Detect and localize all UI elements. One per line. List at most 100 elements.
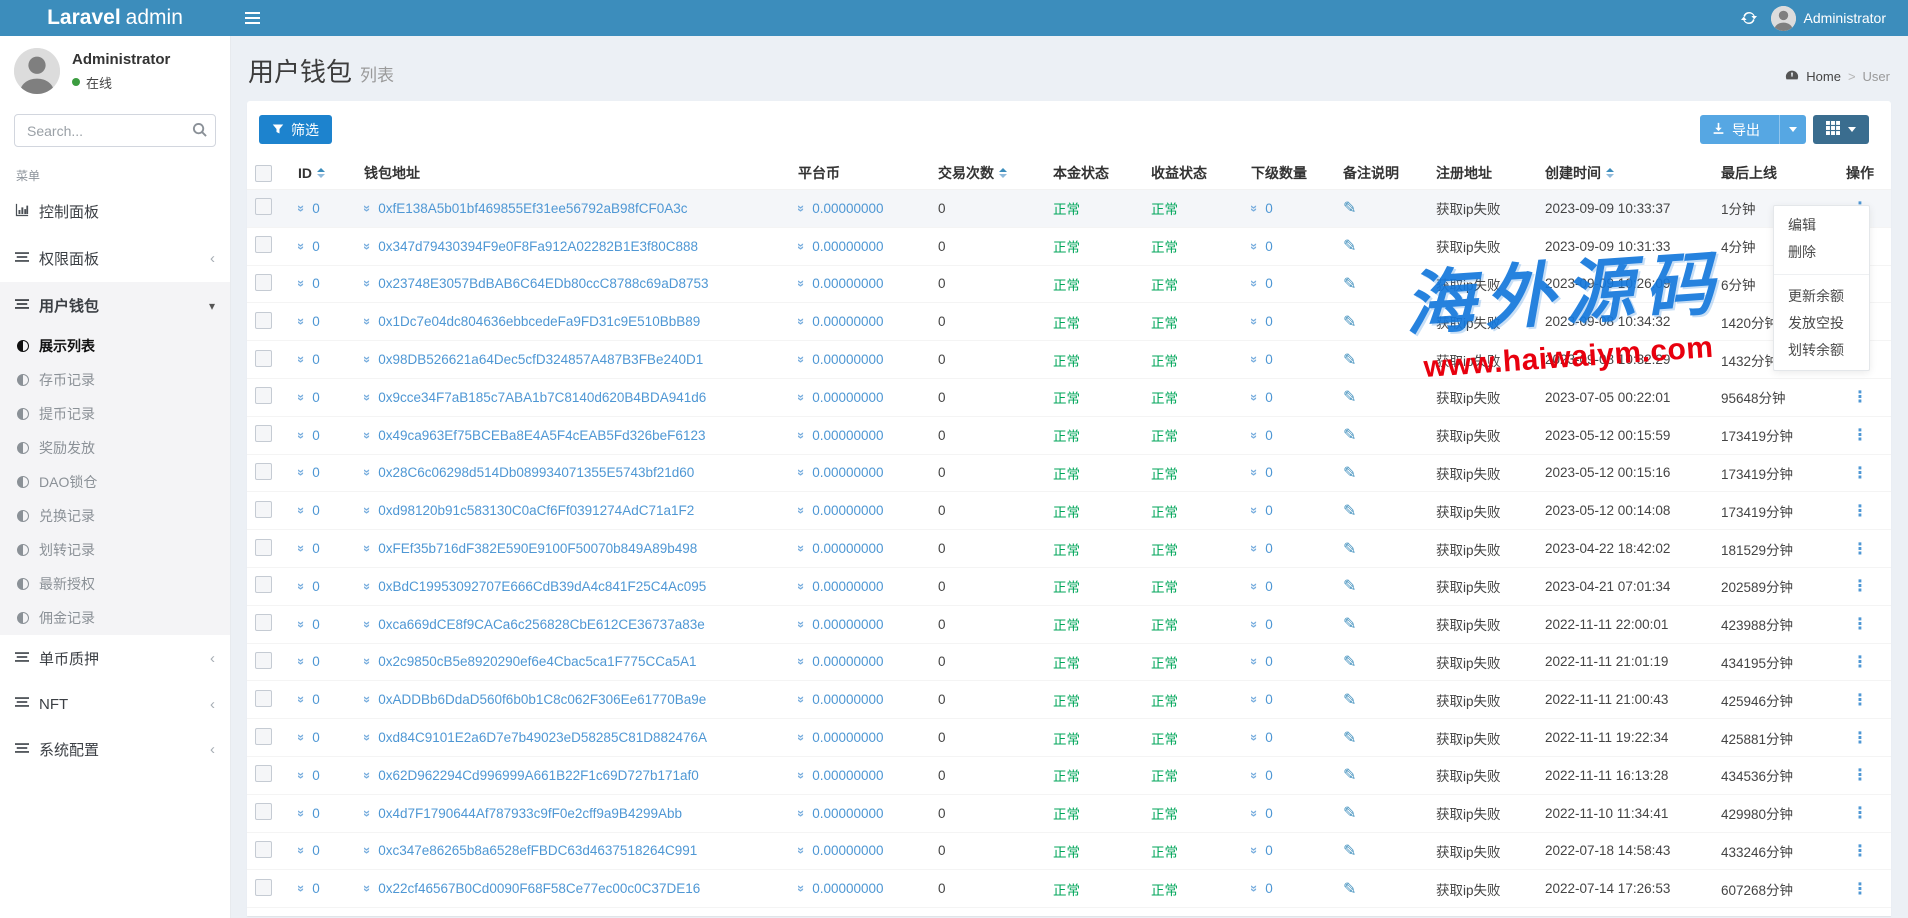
double-chevron-down-icon[interactable]: » bbox=[360, 658, 375, 665]
double-chevron-down-icon[interactable]: » bbox=[1247, 318, 1262, 325]
submenu-item[interactable]: 奖励发放 bbox=[0, 431, 230, 465]
double-chevron-down-icon[interactable]: » bbox=[294, 205, 309, 212]
double-chevron-down-icon[interactable]: » bbox=[1247, 658, 1262, 665]
wallet-address[interactable]: 0x49ca963Ef75BCEBa8E4A5F4cEAB5Fd326beF61… bbox=[378, 428, 705, 443]
sort-icon[interactable] bbox=[317, 168, 325, 178]
sort-icon[interactable] bbox=[1606, 168, 1614, 178]
double-chevron-down-icon[interactable]: » bbox=[360, 696, 375, 703]
double-chevron-down-icon[interactable]: » bbox=[360, 583, 375, 590]
search-input[interactable] bbox=[14, 114, 216, 147]
double-chevron-down-icon[interactable]: » bbox=[360, 772, 375, 779]
row-checkbox[interactable] bbox=[255, 425, 272, 442]
sidebar-item-permissions[interactable]: 权限面板 ‹ bbox=[0, 235, 230, 282]
double-chevron-down-icon[interactable]: » bbox=[1247, 507, 1262, 514]
row-actions-menu-button[interactable]: ⋮ bbox=[1846, 767, 1874, 784]
context-menu-item[interactable]: 更新余额 bbox=[1774, 283, 1869, 310]
wallet-address[interactable]: 0xADDBb6DdaD560f6b0b1C8c062F306Ee61770Ba… bbox=[378, 692, 706, 707]
double-chevron-down-icon[interactable]: » bbox=[1247, 885, 1262, 892]
double-chevron-down-icon[interactable]: » bbox=[1247, 621, 1262, 628]
wallet-address[interactable]: 0xd84C9101E2a6D7e7b49023eD58285C81D88247… bbox=[378, 730, 707, 745]
row-checkbox[interactable] bbox=[255, 501, 272, 518]
sidebar-item-system-config[interactable]: 系统配置 ‹ bbox=[0, 726, 230, 773]
double-chevron-down-icon[interactable]: » bbox=[1247, 847, 1262, 854]
row-checkbox[interactable] bbox=[255, 765, 272, 782]
double-chevron-down-icon[interactable]: » bbox=[1247, 243, 1262, 250]
col-header-created[interactable]: 创建时间 bbox=[1537, 163, 1713, 183]
double-chevron-down-icon[interactable]: » bbox=[1247, 432, 1262, 439]
export-split-button[interactable]: 导出 bbox=[1700, 115, 1806, 144]
row-checkbox[interactable] bbox=[255, 614, 272, 631]
double-chevron-down-icon[interactable]: » bbox=[294, 658, 309, 665]
filter-button[interactable]: 筛选 bbox=[259, 115, 332, 144]
row-actions-menu-button[interactable]: ⋮ bbox=[1846, 503, 1874, 520]
double-chevron-down-icon[interactable]: » bbox=[1247, 583, 1262, 590]
row-actions-menu-button[interactable]: ⋮ bbox=[1846, 654, 1874, 671]
edit-note-pencil-icon[interactable]: ✎ bbox=[1343, 767, 1356, 784]
row-checkbox[interactable] bbox=[255, 879, 272, 896]
row-checkbox[interactable] bbox=[255, 539, 272, 556]
double-chevron-down-icon[interactable]: » bbox=[794, 885, 809, 892]
double-chevron-down-icon[interactable]: » bbox=[1247, 205, 1262, 212]
double-chevron-down-icon[interactable]: » bbox=[1247, 280, 1262, 287]
row-checkbox[interactable] bbox=[255, 312, 272, 329]
double-chevron-down-icon[interactable]: » bbox=[294, 432, 309, 439]
double-chevron-down-icon[interactable]: » bbox=[1247, 356, 1262, 363]
edit-note-pencil-icon[interactable]: ✎ bbox=[1343, 238, 1356, 255]
edit-note-pencil-icon[interactable]: ✎ bbox=[1343, 654, 1356, 671]
edit-note-pencil-icon[interactable]: ✎ bbox=[1343, 541, 1356, 558]
submenu-item[interactable]: 兑换记录 bbox=[0, 499, 230, 533]
row-actions-menu-button[interactable]: ⋮ bbox=[1846, 541, 1874, 558]
double-chevron-down-icon[interactable]: » bbox=[794, 810, 809, 817]
double-chevron-down-icon[interactable]: » bbox=[794, 280, 809, 287]
double-chevron-down-icon[interactable]: » bbox=[1247, 772, 1262, 779]
row-actions-menu-button[interactable]: ⋮ bbox=[1846, 730, 1874, 747]
double-chevron-down-icon[interactable]: » bbox=[294, 583, 309, 590]
double-chevron-down-icon[interactable]: » bbox=[794, 318, 809, 325]
edit-note-pencil-icon[interactable]: ✎ bbox=[1343, 843, 1356, 860]
double-chevron-down-icon[interactable]: » bbox=[360, 432, 375, 439]
double-chevron-down-icon[interactable]: » bbox=[360, 847, 375, 854]
edit-note-pencil-icon[interactable]: ✎ bbox=[1343, 503, 1356, 520]
export-caret-button[interactable] bbox=[1779, 115, 1806, 144]
breadcrumb-home[interactable]: Home bbox=[1806, 69, 1841, 84]
wallet-address[interactable]: 0x2c9850cB5e8920290ef6e4Cbac5ca1F775CCa5… bbox=[378, 654, 696, 669]
double-chevron-down-icon[interactable]: » bbox=[294, 810, 309, 817]
user-menu[interactable]: Administrator bbox=[1771, 6, 1886, 31]
row-checkbox[interactable] bbox=[255, 728, 272, 745]
sidebar-item-nft[interactable]: NFT ‹ bbox=[0, 682, 230, 726]
double-chevron-down-icon[interactable]: » bbox=[794, 356, 809, 363]
edit-note-pencil-icon[interactable]: ✎ bbox=[1343, 692, 1356, 709]
row-checkbox[interactable] bbox=[255, 274, 272, 291]
row-checkbox[interactable] bbox=[255, 690, 272, 707]
row-checkbox[interactable] bbox=[255, 387, 272, 404]
edit-note-pencil-icon[interactable]: ✎ bbox=[1343, 465, 1356, 482]
edit-note-pencil-icon[interactable]: ✎ bbox=[1343, 730, 1356, 747]
double-chevron-down-icon[interactable]: » bbox=[294, 243, 309, 250]
row-checkbox[interactable] bbox=[255, 350, 272, 367]
wallet-address[interactable]: 0xca669dCE8f9CACa6c256828CbE612CE36737a8… bbox=[378, 617, 705, 632]
row-actions-menu-button[interactable]: ⋮ bbox=[1846, 465, 1874, 482]
double-chevron-down-icon[interactable]: » bbox=[360, 280, 375, 287]
submenu-item[interactable]: 提币记录 bbox=[0, 397, 230, 431]
wallet-address[interactable]: 0xFEf35b716dF382E590E9100F50070b849A89b4… bbox=[378, 541, 697, 556]
double-chevron-down-icon[interactable]: » bbox=[360, 394, 375, 401]
double-chevron-down-icon[interactable]: » bbox=[360, 205, 375, 212]
double-chevron-down-icon[interactable]: » bbox=[794, 583, 809, 590]
submenu-item[interactable]: 存币记录 bbox=[0, 363, 230, 397]
edit-note-pencil-icon[interactable]: ✎ bbox=[1343, 314, 1356, 331]
refresh-icon[interactable] bbox=[1741, 10, 1757, 26]
double-chevron-down-icon[interactable]: » bbox=[794, 205, 809, 212]
row-checkbox[interactable] bbox=[255, 841, 272, 858]
double-chevron-down-icon[interactable]: » bbox=[360, 469, 375, 476]
double-chevron-down-icon[interactable]: » bbox=[294, 621, 309, 628]
submenu-item[interactable]: 展示列表 bbox=[0, 329, 230, 363]
context-menu-item[interactable]: 编辑 bbox=[1774, 212, 1869, 239]
col-header-id[interactable]: ID bbox=[290, 165, 356, 181]
row-actions-menu-button[interactable]: ⋮ bbox=[1846, 427, 1874, 444]
double-chevron-down-icon[interactable]: » bbox=[294, 394, 309, 401]
submenu-item[interactable]: 划转记录 bbox=[0, 533, 230, 567]
double-chevron-down-icon[interactable]: » bbox=[294, 545, 309, 552]
wallet-address[interactable]: 0x23748E3057BdBAB6C64EDb80ccC8788c69aD87… bbox=[378, 276, 708, 291]
double-chevron-down-icon[interactable]: » bbox=[360, 810, 375, 817]
double-chevron-down-icon[interactable]: » bbox=[794, 545, 809, 552]
